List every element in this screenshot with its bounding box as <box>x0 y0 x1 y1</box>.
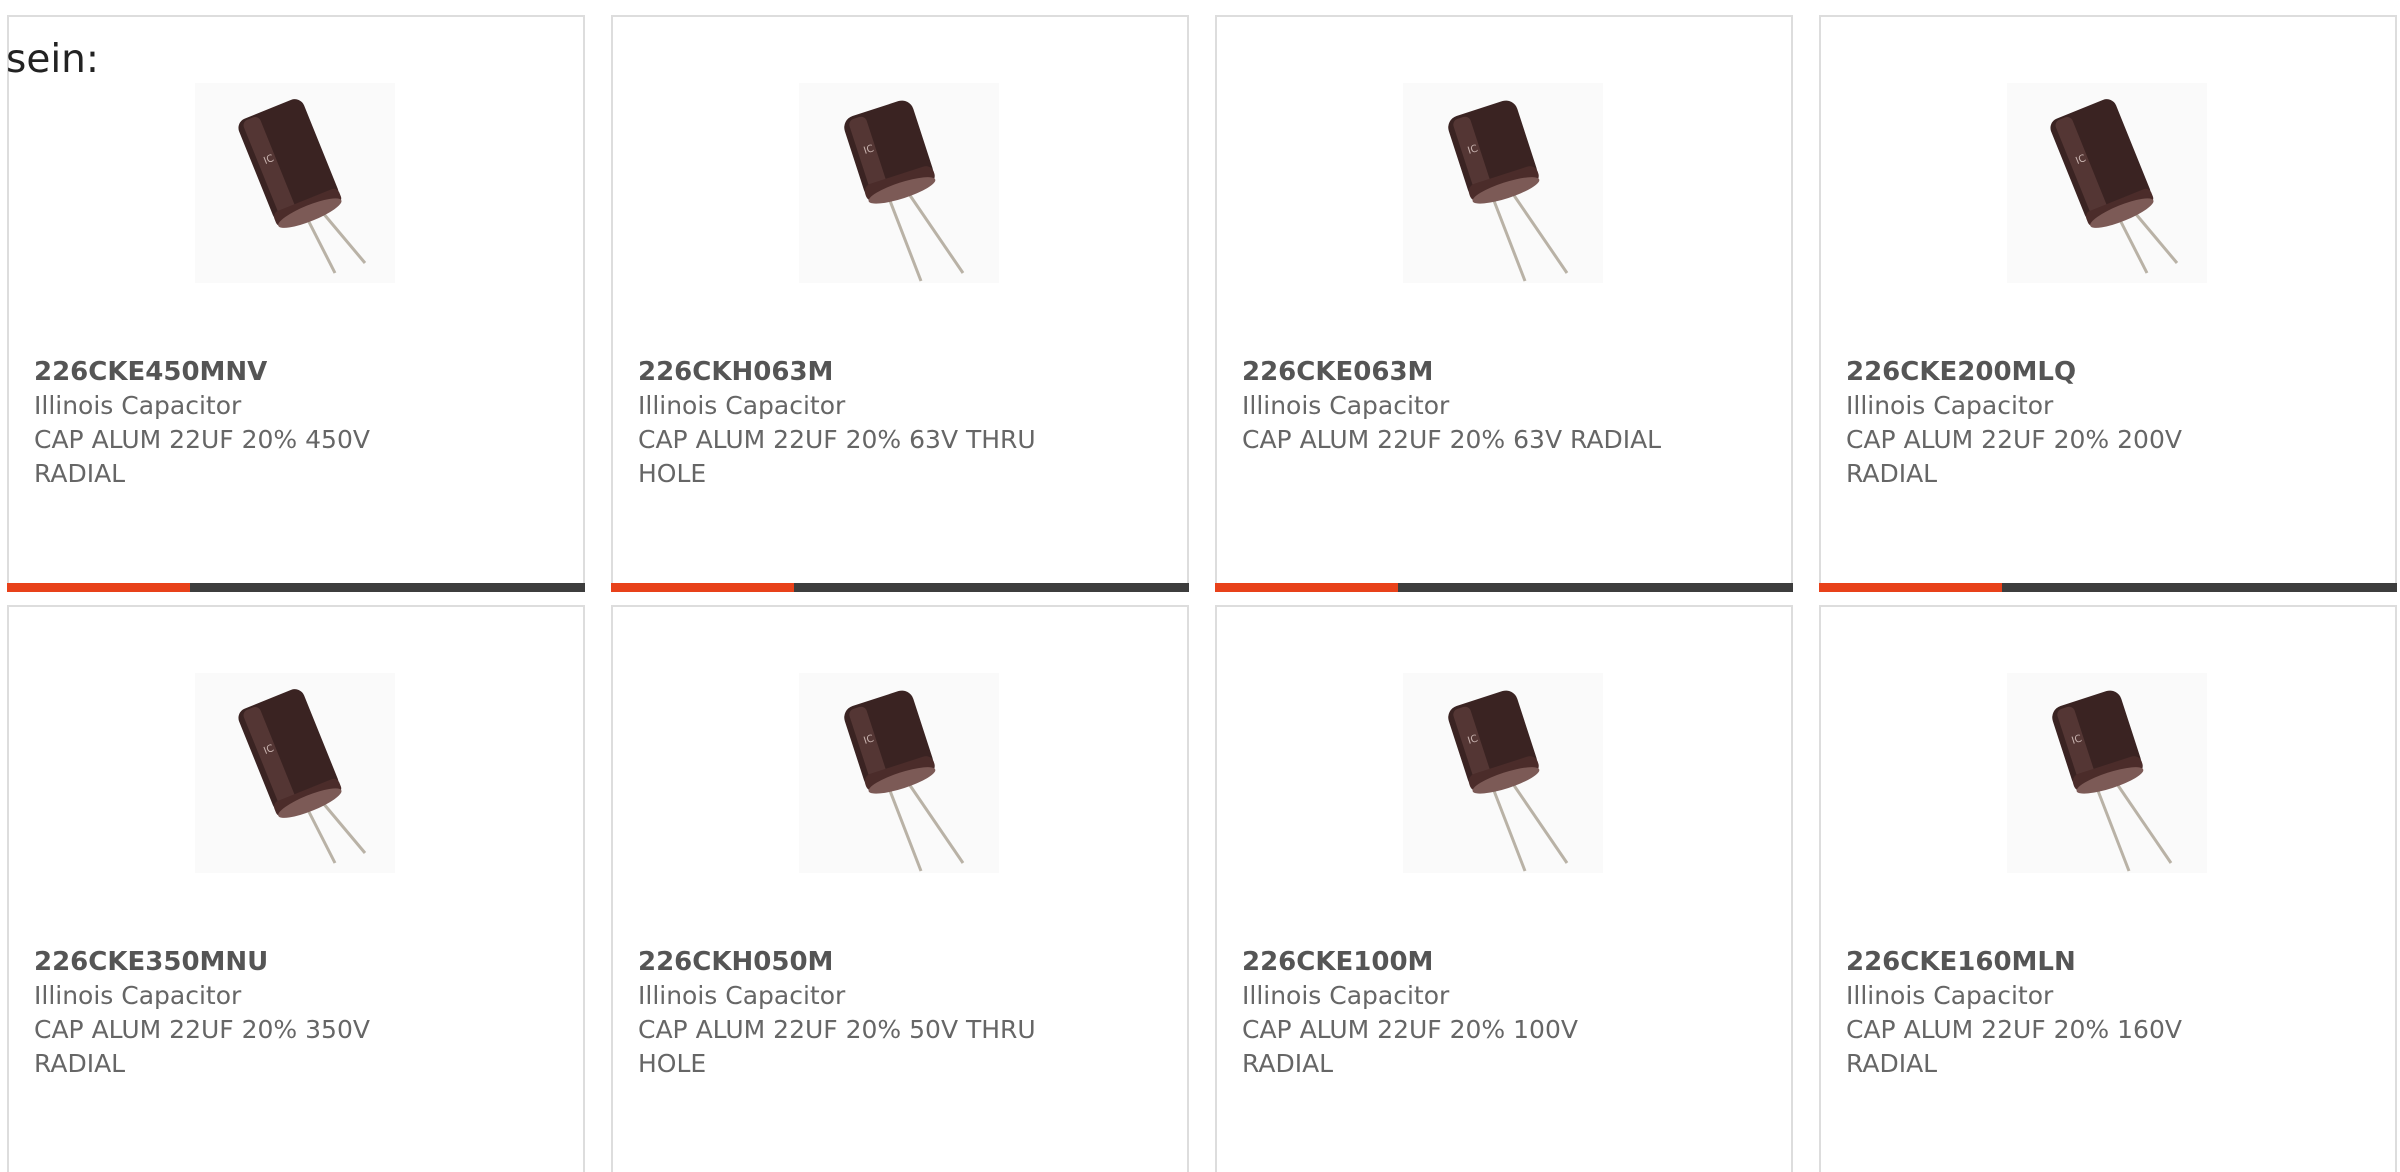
product-card[interactable]: IC 226CKE160MLN Illinois Capacitor CAP A… <box>1819 605 2397 1172</box>
card-footer-bar <box>611 583 1189 592</box>
description: CAP ALUM 22UF 20% 100V RADIAL <box>1242 1015 1578 1078</box>
product-card[interactable]: IC 226CKH063M Illinois Capacitor CAP ALU… <box>611 15 1189 592</box>
product-info: 226CKE450MNV Illinois Capacitor CAP ALUM… <box>34 355 573 491</box>
card-accent-bar <box>7 583 190 592</box>
description: CAP ALUM 22UF 20% 450V RADIAL <box>34 425 370 488</box>
manufacturer: Illinois Capacitor <box>638 981 846 1010</box>
section-heading: sein: <box>6 37 100 82</box>
card-footer-bar <box>7 583 585 592</box>
capacitor-image[interactable]: IC <box>195 673 395 873</box>
manufacturer: Illinois Capacitor <box>1242 391 1450 420</box>
product-info: 226CKH063M Illinois Capacitor CAP ALUM 2… <box>638 355 1177 491</box>
manufacturer: Illinois Capacitor <box>34 981 242 1010</box>
product-card[interactable]: IC 226CKE450MNV Illinois Capacitor CAP A… <box>7 15 585 592</box>
product-info: 226CKH050M Illinois Capacitor CAP ALUM 2… <box>638 945 1177 1081</box>
product-card[interactable]: IC 226CKE063M Illinois Capacitor CAP ALU… <box>1215 15 1793 592</box>
part-number[interactable]: 226CKE100M <box>1242 945 1781 979</box>
manufacturer: Illinois Capacitor <box>638 391 846 420</box>
card-accent-bar <box>611 583 794 592</box>
part-number[interactable]: 226CKE350MNU <box>34 945 573 979</box>
capacitor-image[interactable]: IC <box>799 83 999 283</box>
product-card[interactable]: IC 226CKE200MLQ Illinois Capacitor CAP A… <box>1819 15 2397 592</box>
product-info: 226CKE350MNU Illinois Capacitor CAP ALUM… <box>34 945 573 1081</box>
part-number[interactable]: 226CKE063M <box>1242 355 1781 389</box>
manufacturer: Illinois Capacitor <box>1242 981 1450 1010</box>
card-footer-bar <box>1819 583 2397 592</box>
manufacturer: Illinois Capacitor <box>34 391 242 420</box>
capacitor-image[interactable]: IC <box>2007 83 2207 283</box>
description: CAP ALUM 22UF 20% 63V RADIAL <box>1242 425 1662 454</box>
product-info: 226CKE063M Illinois Capacitor CAP ALUM 2… <box>1242 355 1781 457</box>
product-info: 226CKE200MLQ Illinois Capacitor CAP ALUM… <box>1846 355 2385 491</box>
product-card[interactable]: IC 226CKE350MNU Illinois Capacitor CAP A… <box>7 605 585 1172</box>
product-card[interactable]: IC 226CKH050M Illinois Capacitor CAP ALU… <box>611 605 1189 1172</box>
product-grid: IC 226CKE450MNV Illinois Capacitor CAP A… <box>0 0 2400 1172</box>
part-number[interactable]: 226CKH063M <box>638 355 1177 389</box>
card-accent-bar <box>1215 583 1398 592</box>
description: CAP ALUM 22UF 20% 350V RADIAL <box>34 1015 370 1078</box>
description: CAP ALUM 22UF 20% 63V THRU HOLE <box>638 425 1036 488</box>
card-footer-bar <box>1215 583 1793 592</box>
part-number[interactable]: 226CKE160MLN <box>1846 945 2385 979</box>
capacitor-image[interactable]: IC <box>195 83 395 283</box>
part-number[interactable]: 226CKE200MLQ <box>1846 355 2385 389</box>
description: CAP ALUM 22UF 20% 50V THRU HOLE <box>638 1015 1036 1078</box>
card-accent-bar <box>1819 583 2002 592</box>
manufacturer: Illinois Capacitor <box>1846 981 2054 1010</box>
capacitor-image[interactable]: IC <box>799 673 999 873</box>
description: CAP ALUM 22UF 20% 200V RADIAL <box>1846 425 2182 488</box>
product-info: 226CKE100M Illinois Capacitor CAP ALUM 2… <box>1242 945 1781 1081</box>
capacitor-image[interactable]: IC <box>1403 673 1603 873</box>
capacitor-image[interactable]: IC <box>2007 673 2207 873</box>
manufacturer: Illinois Capacitor <box>1846 391 2054 420</box>
part-number[interactable]: 226CKH050M <box>638 945 1177 979</box>
capacitor-image[interactable]: IC <box>1403 83 1603 283</box>
part-number[interactable]: 226CKE450MNV <box>34 355 573 389</box>
product-info: 226CKE160MLN Illinois Capacitor CAP ALUM… <box>1846 945 2385 1081</box>
product-card[interactable]: IC 226CKE100M Illinois Capacitor CAP ALU… <box>1215 605 1793 1172</box>
description: CAP ALUM 22UF 20% 160V RADIAL <box>1846 1015 2182 1078</box>
